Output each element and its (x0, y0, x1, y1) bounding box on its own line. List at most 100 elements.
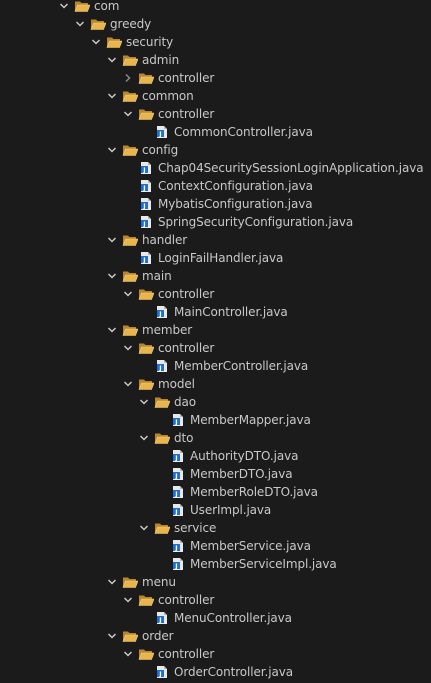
chevron-down-icon[interactable] (58, 0, 70, 12)
folder-open-icon (138, 107, 154, 121)
chevron-down-icon[interactable] (106, 54, 118, 66)
java-file-icon: J (138, 179, 154, 193)
folder-label: model (158, 377, 195, 391)
project-explorer-tree: com greedy security admin controller common co… (0, 0, 431, 683)
chevron-down-icon[interactable] (122, 288, 134, 300)
file-label: MybatisConfiguration.java (158, 197, 313, 211)
folder-label: dto (174, 431, 194, 445)
chevron-right-icon[interactable] (122, 72, 134, 84)
folder-open-icon (122, 233, 138, 247)
tree-folder-row[interactable]: member (0, 321, 431, 339)
file-label: CommonController.java (174, 125, 313, 139)
java-file-icon: J (154, 359, 170, 373)
chevron-down-icon[interactable] (122, 648, 134, 660)
folder-label: greedy (110, 17, 152, 31)
folder-label: com (94, 0, 120, 13)
chevron-down-icon[interactable] (122, 108, 134, 120)
folder-label: controller (158, 287, 215, 301)
tree-folder-row[interactable]: controller (0, 591, 431, 609)
folder-open-icon (154, 395, 170, 409)
java-file-icon: J (170, 467, 186, 481)
tree-file-row[interactable]: J MemberService.java (0, 537, 431, 555)
tree-file-row[interactable]: J MemberDTO.java (0, 465, 431, 483)
java-file-icon: J (138, 197, 154, 211)
folder-open-icon (138, 71, 154, 85)
tree-file-row[interactable]: J MemberController.java (0, 357, 431, 375)
tree-file-row[interactable]: J Chap04SecuritySessionLoginApplication.j… (0, 159, 431, 177)
java-file-icon: J (154, 665, 170, 679)
tree-folder-row[interactable]: service (0, 519, 431, 537)
chevron-down-icon[interactable] (138, 432, 150, 444)
java-file-icon: J (170, 539, 186, 553)
file-label: LoginFailHandler.java (158, 251, 284, 265)
file-label: UserImpl.java (190, 503, 272, 517)
folder-open-icon (138, 287, 154, 301)
tree-folder-row[interactable]: config (0, 141, 431, 159)
folder-open-icon (106, 35, 122, 49)
tree-folder-row[interactable]: com (0, 0, 431, 15)
java-file-icon: J (138, 215, 154, 229)
java-file-icon: J (170, 449, 186, 463)
tree-file-row[interactable]: J ContextConfiguration.java (0, 177, 431, 195)
tree-file-row[interactable]: J MemberRoleDTO.java (0, 483, 431, 501)
chevron-down-icon[interactable] (138, 522, 150, 534)
tree-folder-row[interactable]: controller (0, 339, 431, 357)
tree-file-row[interactable]: J MenuController.java (0, 609, 431, 627)
tree-file-row[interactable]: J LoginFailHandler.java (0, 249, 431, 267)
tree-folder-row[interactable]: dto (0, 429, 431, 447)
tree-folder-row[interactable]: greedy (0, 15, 431, 33)
tree-folder-row[interactable]: order (0, 627, 431, 645)
chevron-down-icon[interactable] (106, 270, 118, 282)
tree-folder-row[interactable]: security (0, 33, 431, 51)
svg-text:J: J (174, 508, 177, 516)
tree-file-row[interactable]: J UserImpl.java (0, 501, 431, 519)
tree-folder-row[interactable]: admin (0, 51, 431, 69)
tree-folder-row[interactable]: controller (0, 69, 431, 87)
file-label: MenuController.java (174, 611, 292, 625)
tree-file-row[interactable]: J MemberMapper.java (0, 411, 431, 429)
folder-open-icon (138, 647, 154, 661)
tree-file-row[interactable]: J MemberServiceImpl.java (0, 555, 431, 573)
chevron-down-icon[interactable] (122, 378, 134, 390)
chevron-down-icon[interactable] (74, 18, 86, 30)
chevron-down-icon[interactable] (106, 234, 118, 246)
tree-folder-row[interactable]: model (0, 375, 431, 393)
tree-folder-row[interactable]: main (0, 267, 431, 285)
svg-text:J: J (142, 256, 145, 264)
chevron-down-icon[interactable] (106, 144, 118, 156)
folder-label: controller (158, 593, 215, 607)
tree-file-row[interactable]: J SpringSecurityConfiguration.java (0, 213, 431, 231)
tree-file-row[interactable]: J MybatisConfiguration.java (0, 195, 431, 213)
chevron-down-icon[interactable] (90, 36, 102, 48)
tree-folder-row[interactable]: controller (0, 105, 431, 123)
folder-open-icon (122, 629, 138, 643)
java-file-icon: J (154, 611, 170, 625)
svg-text:J: J (174, 490, 177, 498)
tree-file-row[interactable]: J AuthorityDTO.java (0, 447, 431, 465)
folder-open-icon (122, 89, 138, 103)
file-label: MemberMapper.java (190, 413, 311, 427)
chevron-down-icon[interactable] (138, 396, 150, 408)
tree-folder-row[interactable]: common (0, 87, 431, 105)
chevron-down-icon[interactable] (106, 576, 118, 588)
folder-open-icon (122, 269, 138, 283)
tree-folder-row[interactable]: controller (0, 645, 431, 663)
chevron-down-icon[interactable] (106, 630, 118, 642)
tree-folder-row[interactable]: handler (0, 231, 431, 249)
svg-text:J: J (142, 202, 145, 210)
tree-file-row[interactable]: J OrderController.java (0, 663, 431, 681)
folder-label: controller (158, 71, 215, 85)
tree-file-row[interactable]: J CommonController.java (0, 123, 431, 141)
chevron-down-icon[interactable] (122, 594, 134, 606)
tree-folder-row[interactable]: dao (0, 393, 431, 411)
chevron-down-icon[interactable] (122, 342, 134, 354)
file-label: MemberRoleDTO.java (190, 485, 318, 499)
java-file-icon: J (154, 305, 170, 319)
chevron-down-icon[interactable] (106, 90, 118, 102)
file-label: AuthorityDTO.java (190, 449, 299, 463)
tree-file-row[interactable]: J MainController.java (0, 303, 431, 321)
tree-folder-row[interactable]: controller (0, 285, 431, 303)
tree-folder-row[interactable]: menu (0, 573, 431, 591)
folder-label: controller (158, 107, 215, 121)
chevron-down-icon[interactable] (106, 324, 118, 336)
